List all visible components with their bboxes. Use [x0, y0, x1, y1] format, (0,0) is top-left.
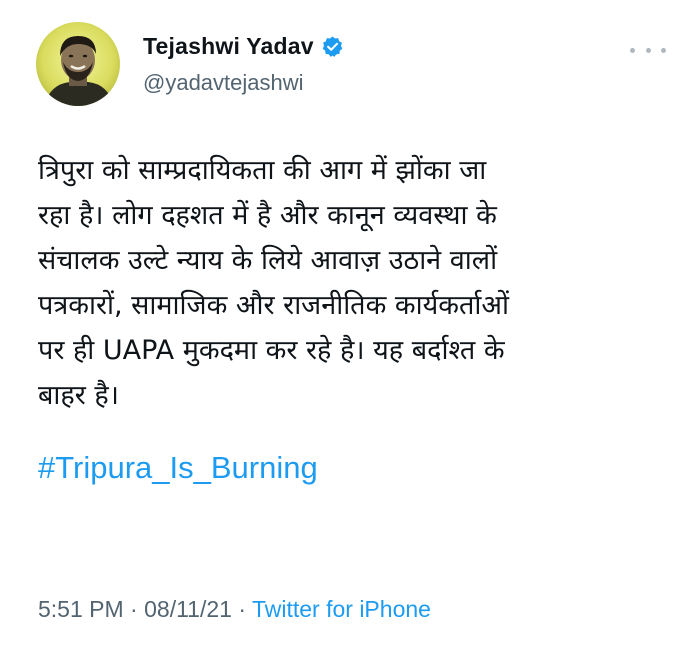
meta-separator: ·: [231, 596, 252, 622]
author-name-row[interactable]: Tejashwi Yadav: [143, 33, 344, 60]
tweet-text-line: पर ही UAPA मुकदमा कर रहे है। यह बर्दाश्त…: [38, 335, 505, 366]
author-handle[interactable]: @yadavtejashwi: [143, 70, 304, 96]
meta-separator: ·: [123, 596, 145, 622]
tweet-text-line: संचालक उल्टे न्याय के लिये आवाज़ उठाने व…: [38, 245, 498, 276]
profile-photo-icon: [36, 22, 120, 106]
avatar[interactable]: [36, 22, 120, 106]
tweet-time[interactable]: 5:51 PM: [38, 596, 124, 622]
tweet-text-line: रहा है। लोग दहशत में है और कानून व्यवस्थ…: [38, 200, 497, 231]
verified-badge-icon: [321, 35, 344, 58]
tweet-text-line: बाहर है।: [38, 380, 119, 411]
more-dot: [661, 47, 666, 53]
more-dot: [630, 47, 635, 53]
tweet-date[interactable]: 08/11/21: [144, 596, 232, 622]
tweet-text-line: पत्रकारों, सामाजिक और राजनीतिक कार्यकर्त…: [38, 290, 509, 321]
tweet-text-line: त्रिपुरा को साम्प्रदायिकता की आग में झों…: [38, 155, 487, 186]
tweet-card: Tejashwi Yadav @yadavtejashwi त्रिपुरा क…: [0, 0, 700, 648]
author-name[interactable]: Tejashwi Yadav: [143, 33, 314, 60]
hashtag-link[interactable]: #Tripura_Is_Burning: [38, 450, 318, 486]
more-options-icon[interactable]: [630, 44, 666, 56]
tweet-source-link[interactable]: Twitter for iPhone: [252, 596, 431, 622]
tweet-meta: 5:51 PM · 08/11/21 · Twitter for iPhone: [38, 596, 431, 623]
more-dot: [645, 47, 651, 53]
tweet-text: त्रिपुरा को साम्प्रदायिकता की आग में झों…: [38, 148, 678, 418]
